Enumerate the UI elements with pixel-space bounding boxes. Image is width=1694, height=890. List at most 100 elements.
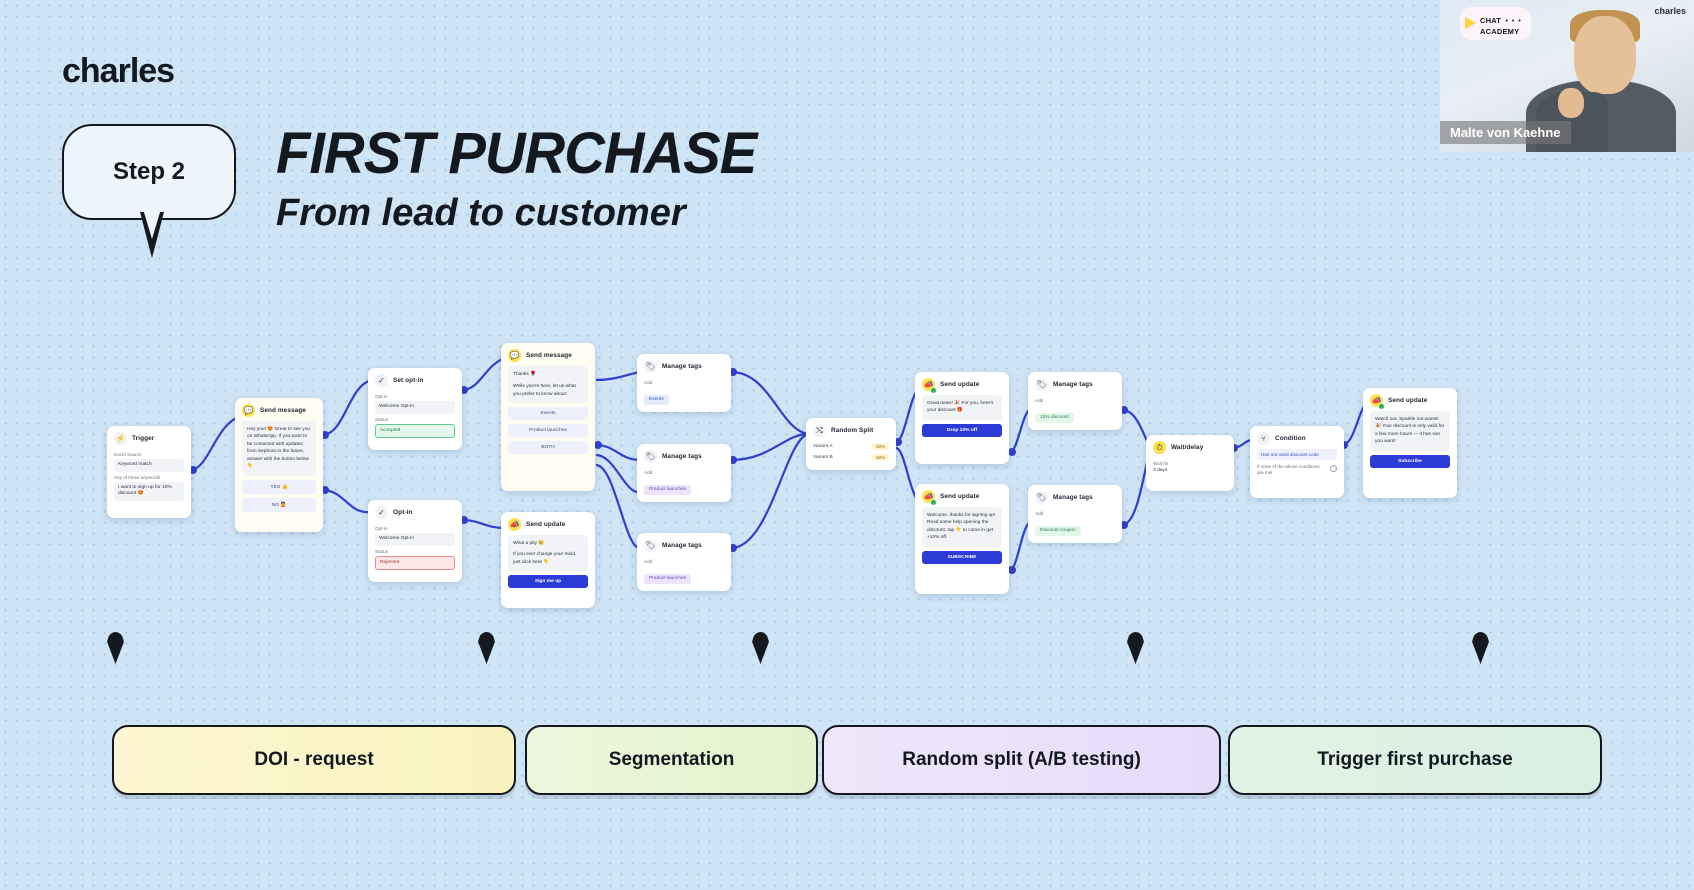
send-update-a-header: 📣 Send update xyxy=(915,372,1009,395)
send-message-2-body: Thanks 🌹 While you're here, let us what … xyxy=(501,366,595,461)
condition-body: Has not used discount code If none of th… xyxy=(1250,449,1344,484)
manage-tags-3-header: 🏷 Manage tags xyxy=(637,533,731,556)
send-update-signup-line1: What a pity 😢 xyxy=(513,541,545,546)
manage-tags-2-title: Manage tags xyxy=(662,453,702,460)
message-icon: 💬 xyxy=(242,404,255,417)
node-send-update-signup[interactable]: 📣 Send update What a pity 😢 If you ever … xyxy=(501,512,595,608)
send-message-2-header: 💬 Send message xyxy=(501,343,595,366)
video-overlay[interactable]: CHAT • • • ACADEMY charles Malte von Kae… xyxy=(1440,0,1694,152)
manage-tags-1-header: 🏷 Manage tags xyxy=(637,354,731,377)
trigger-field1-value[interactable]: Keyword match xyxy=(114,459,184,472)
manage-tags-1-chip[interactable]: Events xyxy=(644,394,669,405)
send-update-signup-button[interactable]: Sign me up xyxy=(508,575,588,589)
send-update-b-text: Welcome, thanks for signing up! Read som… xyxy=(922,507,1002,547)
send-update-b-header: 📣 Send update xyxy=(915,484,1009,507)
condition-header: ⑂ Condition xyxy=(1250,426,1344,449)
speaker-name-label: Malte von Kaehne xyxy=(1440,121,1571,144)
manage-tags-4-chip[interactable]: 10% discount xyxy=(1035,412,1074,423)
send-update-b-button[interactable]: SUBSCRIBE xyxy=(922,550,1002,564)
node-manage-tags-4[interactable]: 🏷 Manage tags Add 10% discount xyxy=(1028,372,1122,430)
pin-marker-4 xyxy=(1127,632,1144,664)
send-message-1-text: Hey you! 😍 Great to see you on WhatsApp.… xyxy=(242,421,316,476)
legend-label-2: Segmentation xyxy=(608,749,735,770)
node-trigger[interactable]: ⚡ Trigger Event Source Keyword match Any… xyxy=(107,426,191,518)
shuffle-icon: ⤭ xyxy=(813,424,826,437)
node-send-message-1[interactable]: 💬 Send message Hey you! 😍 Great to see y… xyxy=(235,398,323,532)
node-set-opt-in[interactable]: ✓ Set opt-in Opt-in Welcome Opt-in Statu… xyxy=(368,368,462,450)
update-icon: 📣 xyxy=(508,518,521,531)
send-update-a-body: Great news! 🎉 For you, here's your disco… xyxy=(915,395,1009,444)
manage-tags-3-title: Manage tags xyxy=(662,542,702,549)
node-condition[interactable]: ⑂ Condition Has not used discount code I… xyxy=(1250,426,1344,498)
node-trigger-header: ⚡ Trigger xyxy=(107,426,191,449)
manage-tags-3-label: Add xyxy=(644,559,653,564)
send-message-2-title: Send message xyxy=(526,352,572,359)
send-update-a-button[interactable]: Drop 10% off xyxy=(922,423,1002,437)
send-message-2-line2: While you're here, let us what you prefe… xyxy=(513,384,576,397)
pin-marker-5 xyxy=(1472,632,1489,664)
node-manage-tags-2[interactable]: 🏷 Manage tags Add Product launches xyxy=(637,444,731,502)
send-update-a-title: Send update xyxy=(940,381,980,388)
play-triangle-icon xyxy=(1465,17,1476,30)
manage-tags-5-label: Add xyxy=(1035,511,1044,516)
condition-icon: ⑂ xyxy=(1257,432,1270,445)
node-send-message-2[interactable]: 💬 Send message Thanks 🌹 While you're her… xyxy=(501,343,595,491)
set-opt-in-header: ✓ Set opt-in xyxy=(368,368,462,391)
node-send-update-a[interactable]: 📣 Send update Great news! 🎉 For you, her… xyxy=(915,372,1009,464)
node-send-update-b[interactable]: 📣 Send update Welcome, thanks for signin… xyxy=(915,484,1009,594)
random-split-row-b: Variant B 50% xyxy=(813,452,889,463)
manage-tags-5-chip[interactable]: Discount coupon xyxy=(1035,525,1081,536)
status-dot-icon xyxy=(931,500,936,505)
manage-tags-4-label: Add xyxy=(1035,398,1044,403)
random-split-header: ⤭ Random Split xyxy=(806,418,896,441)
node-manage-tags-3[interactable]: 🏷 Manage tags Add Product launches xyxy=(637,533,731,591)
manage-tags-2-chip[interactable]: Product launches xyxy=(644,484,692,495)
manage-tags-3-chip[interactable]: Product launches xyxy=(644,573,692,584)
send-message-2-button-launches[interactable]: Product launches xyxy=(508,424,588,438)
send-message-2-button-events[interactable]: Events xyxy=(508,407,588,421)
node-manage-tags-1[interactable]: 🏷 Manage tags Add Events xyxy=(637,354,731,412)
send-update-b-title: Send update xyxy=(940,493,980,500)
opt-in-rejected-field1-value[interactable]: Welcome Opt-in xyxy=(375,533,455,546)
step-badge-tail-inner xyxy=(143,209,161,239)
set-opt-in-status[interactable]: Accepted xyxy=(375,423,455,439)
node-wait-delay[interactable]: ⏱ Wait/delay Wait for 3 days xyxy=(1146,435,1234,491)
manage-tags-1-title: Manage tags xyxy=(662,363,702,370)
random-split-body: Variant A 50% Variant B 50% xyxy=(806,441,896,470)
manage-tags-2-label: Add xyxy=(644,470,653,475)
radio-icon[interactable] xyxy=(1330,465,1337,472)
legend-random-split: Random split (A/B testing) xyxy=(822,725,1221,795)
node-manage-tags-5[interactable]: 🏷 Manage tags Add Discount coupon xyxy=(1028,485,1122,543)
condition-option-row[interactable]: If none of the above conditions are met xyxy=(1257,464,1337,477)
condition-link[interactable]: Has not used discount code xyxy=(1257,449,1337,460)
trigger-icon: ⚡ xyxy=(114,432,127,445)
tag-icon: 🏷 xyxy=(644,450,657,463)
send-message-1-button-yes[interactable]: YES 👍 xyxy=(242,479,316,494)
flow-diagram: ⚡ Trigger Event Source Keyword match Any… xyxy=(0,330,1694,630)
node-random-split[interactable]: ⤭ Random Split Variant A 50% Variant B 5… xyxy=(806,418,896,470)
send-message-1-title: Send message xyxy=(260,407,306,414)
send-update-final-title: Send update xyxy=(1388,397,1428,404)
send-message-1-button-no[interactable]: NO 🙅 xyxy=(242,497,316,512)
send-update-final-button[interactable]: Subscribe xyxy=(1370,454,1450,468)
pin-marker-1 xyxy=(107,632,124,664)
speaker-head xyxy=(1574,16,1636,94)
node-send-update-final[interactable]: 📣 Send update Watch out, Sparkle not wan… xyxy=(1363,388,1457,498)
set-opt-in-field1-value[interactable]: Welcome Opt-in xyxy=(375,401,455,414)
page-title: FIRST PURCHASE xyxy=(276,121,757,186)
send-message-2-button-both[interactable]: BOTH xyxy=(508,441,588,455)
node-trigger-body: Event Source Keyword match Any of these … xyxy=(107,452,191,508)
opt-in-rejected-status[interactable]: Rejected xyxy=(375,555,455,571)
manage-tags-5-header: 🏷 Manage tags xyxy=(1028,485,1122,508)
set-opt-in-field2-label: Status xyxy=(375,416,389,422)
wait-delay-header: ⏱ Wait/delay xyxy=(1146,435,1234,458)
trigger-field2-value[interactable]: I want to sign up for 10% discount 😍 xyxy=(114,481,184,501)
send-update-signup-title: Send update xyxy=(526,521,566,528)
send-update-signup-body: What a pity 😢 If you ever change your mi… xyxy=(501,535,595,595)
opt-in-rejected-body: Opt-in Welcome Opt-in Status Rejected xyxy=(368,526,462,577)
send-update-a-text: Great news! 🎉 For you, here's your disco… xyxy=(922,395,1002,420)
node-opt-in-rejected[interactable]: ✓ Opt-in Opt-in Welcome Opt-in Status Re… xyxy=(368,500,462,582)
tag-icon: 🏷 xyxy=(1035,378,1048,391)
pin-marker-2 xyxy=(478,632,495,664)
send-message-2-line1: Thanks 🌹 xyxy=(513,372,537,377)
